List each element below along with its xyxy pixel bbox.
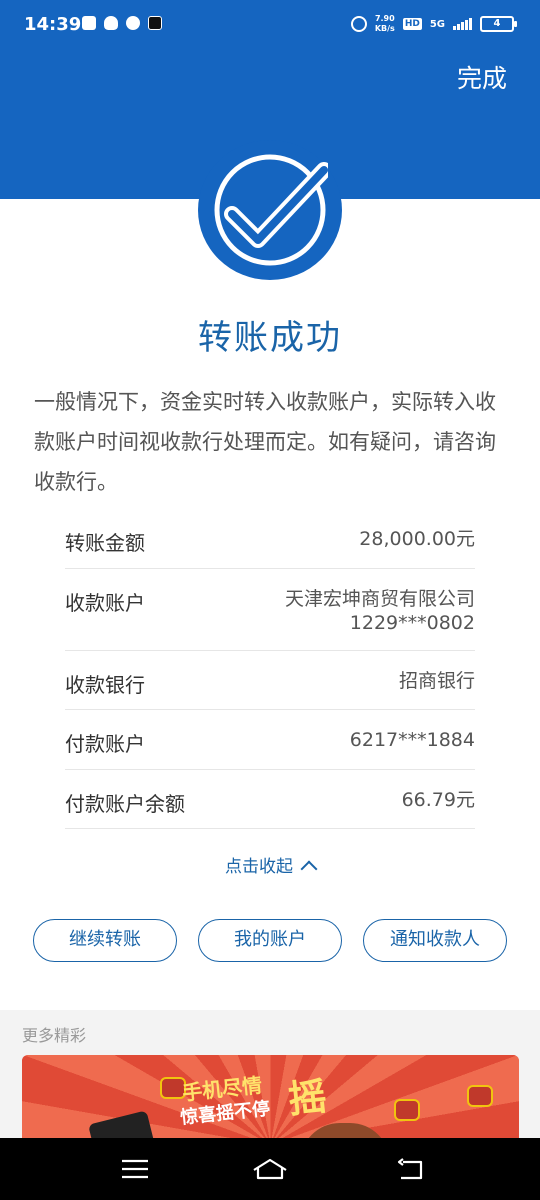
detail-value: 天津宏坤商贸有限公司 1229***0802 [285, 587, 475, 650]
collapse-toggle[interactable]: 点击收起 [0, 852, 540, 878]
tiktok-icon [148, 16, 162, 30]
sim-icon [82, 16, 96, 30]
done-button[interactable]: 完成 [457, 59, 507, 95]
transfer-details: 转账金额 28,000.00元 收款账户 天津宏坤商贸有限公司 1229***0… [65, 509, 475, 829]
detail-value: 招商银行 [398, 670, 475, 692]
my-account-button[interactable]: 我的账户 [198, 919, 342, 962]
status-bar: 14:39 7.90 KB/s HD 5G 4 [0, 0, 540, 50]
more-title: 更多精彩 [22, 1026, 87, 1045]
success-checkmark-icon [198, 140, 342, 280]
continue-transfer-button[interactable]: 继续转账 [33, 919, 177, 962]
detail-label: 付款账户 [65, 732, 145, 756]
detail-value: 6217***1884 [349, 729, 475, 751]
system-nav-bar [0, 1138, 540, 1200]
chevron-up-icon [300, 860, 318, 878]
hd-icon: HD [402, 18, 422, 30]
message-icon [126, 16, 140, 30]
detail-row-payer-account: 付款账户 6217***1884 [65, 710, 475, 770]
detail-label: 付款账户余额 [65, 792, 185, 816]
network-speed: 7.90 KB/s [375, 14, 395, 34]
alarm-icon [350, 16, 367, 32]
detail-label: 转账金额 [65, 531, 145, 555]
success-title: 转账成功 [198, 318, 342, 358]
detail-value: 28,000.00元 [359, 528, 475, 550]
speed-unit: KB/s [374, 24, 395, 33]
battery-icon: 4 [480, 16, 517, 32]
more-section: 更多精彩 手机尽情 惊喜摇不停 摇 [0, 1010, 540, 1145]
network-type: 5G [429, 18, 445, 30]
detail-label: 收款银行 [65, 673, 145, 697]
speed-value: 7.90 [374, 14, 395, 23]
notification-icons [82, 16, 162, 30]
back-icon[interactable] [386, 1138, 436, 1200]
status-time: 14:39 [24, 14, 82, 35]
status-right: 7.90 KB/s HD 5G 4 [350, 14, 517, 34]
result-description: 一般情况下，资金实时转入收款账户，实际转入收款账户时间视收款行处理而定。如有疑问… [34, 390, 496, 494]
menu-icon[interactable] [110, 1138, 160, 1200]
gift-icon [467, 1085, 493, 1107]
detail-row-amount: 转账金额 28,000.00元 [65, 509, 475, 569]
promo-banner[interactable]: 手机尽情 惊喜摇不停 摇 [22, 1055, 519, 1145]
action-buttons: 继续转账 我的账户 通知收款人 [33, 919, 507, 962]
detail-row-payee-account: 收款账户 天津宏坤商贸有限公司 1229***0802 [65, 569, 475, 651]
notify-payee-button[interactable]: 通知收款人 [363, 919, 507, 962]
banner-big-text: 摇 [286, 1074, 329, 1122]
detail-row-payer-balance: 付款账户余额 66.79元 [65, 770, 475, 829]
signal-icon [453, 18, 472, 30]
detail-value: 66.79元 [401, 789, 475, 811]
detail-row-payee-bank: 收款银行 招商银行 [65, 651, 475, 710]
detail-label: 收款账户 [65, 591, 145, 615]
payee-account-number: 1229***0802 [349, 612, 475, 634]
qq-icon [104, 16, 118, 30]
home-icon[interactable] [245, 1138, 295, 1200]
collapse-label: 点击收起 [225, 857, 293, 877]
payee-name: 天津宏坤商贸有限公司 [284, 588, 475, 610]
gift-icon [394, 1099, 420, 1121]
